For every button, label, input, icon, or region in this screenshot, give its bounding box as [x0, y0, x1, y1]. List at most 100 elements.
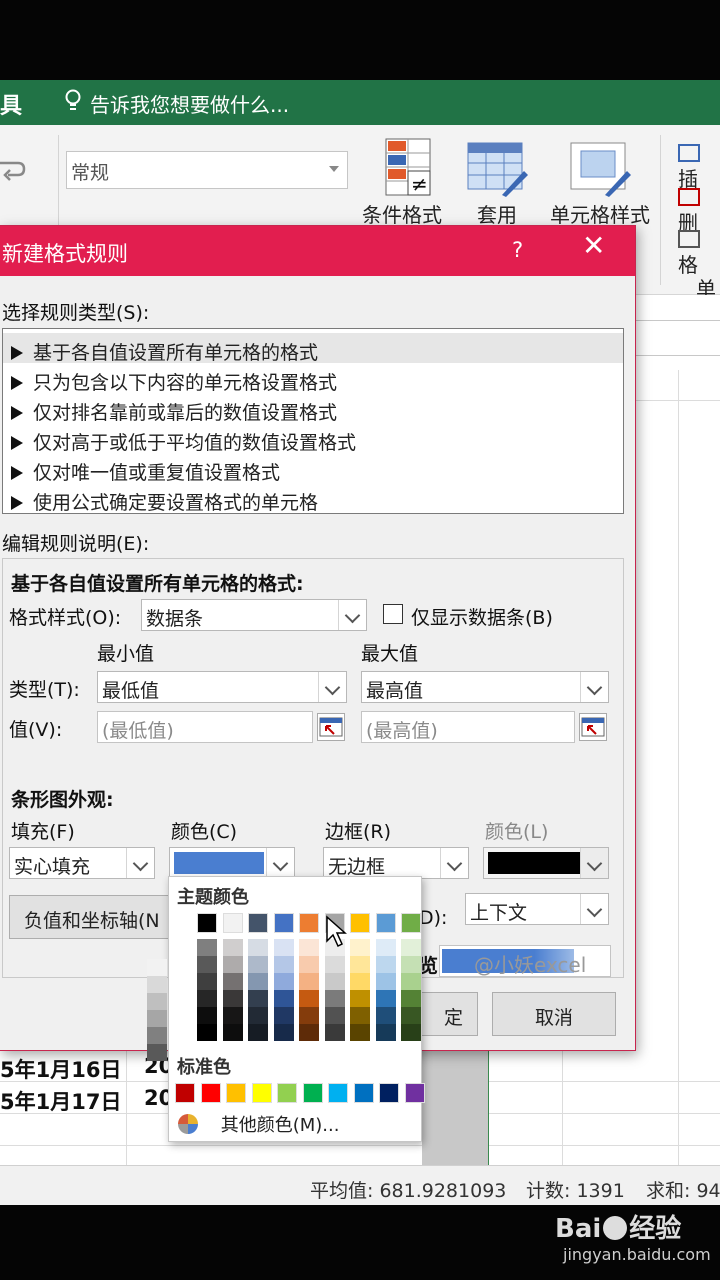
theme-shade-swatch[interactable] — [401, 973, 421, 990]
ribbon-tab-fragment[interactable]: 具 — [0, 88, 22, 120]
theme-shade-swatch[interactable] — [248, 973, 268, 990]
help-icon[interactable]: ? — [512, 238, 523, 262]
date-cell[interactable]: 5年1月16日 — [0, 1054, 121, 1084]
theme-color-swatch[interactable] — [197, 913, 217, 933]
chevron-down-icon[interactable] — [266, 848, 294, 878]
theme-shade-swatch[interactable] — [375, 939, 396, 956]
standard-color-swatch[interactable] — [353, 1083, 374, 1103]
theme-shade-swatch[interactable] — [222, 939, 243, 956]
theme-shade-swatch[interactable] — [375, 990, 396, 1007]
theme-shade-swatch[interactable] — [248, 939, 268, 956]
theme-shade-swatch[interactable] — [324, 956, 345, 973]
theme-shade-swatch[interactable] — [146, 959, 167, 976]
theme-shade-swatch[interactable] — [375, 1024, 396, 1041]
theme-shade-swatch[interactable] — [273, 1007, 294, 1024]
theme-shade-swatch[interactable] — [350, 956, 370, 973]
theme-shade-swatch[interactable] — [248, 990, 268, 1007]
theme-shade-swatch[interactable] — [299, 1024, 319, 1041]
theme-color-swatch[interactable] — [222, 913, 243, 933]
dialog-titlebar[interactable]: 新建格式规则 ? ✕ — [0, 226, 635, 276]
theme-shade-swatch[interactable] — [222, 990, 243, 1007]
rule-type-item[interactable]: 使用公式确定要设置格式的单元格 — [3, 483, 623, 514]
theme-shade-swatch[interactable] — [350, 1007, 370, 1024]
close-icon[interactable]: ✕ — [582, 232, 605, 260]
theme-shade-swatch[interactable] — [401, 1024, 421, 1041]
standard-color-swatch[interactable] — [226, 1083, 246, 1103]
min-value-input[interactable]: (最低值) — [97, 711, 313, 743]
theme-color-swatch[interactable] — [248, 913, 268, 933]
theme-shade-swatch[interactable] — [273, 956, 294, 973]
date-cell[interactable]: 5年1月17日 — [0, 1086, 121, 1116]
theme-shade-swatch[interactable] — [299, 973, 319, 990]
chevron-down-icon[interactable] — [338, 600, 366, 630]
standard-color-swatch[interactable] — [175, 1083, 195, 1103]
theme-shade-swatch[interactable] — [248, 1007, 268, 1024]
standard-color-swatch[interactable] — [302, 1083, 323, 1103]
number-format-combo[interactable]: 常规 — [66, 151, 348, 189]
cancel-button[interactable]: 取消 — [492, 992, 616, 1036]
theme-shade-swatch[interactable] — [350, 990, 370, 1007]
theme-color-swatch[interactable] — [273, 913, 294, 933]
standard-color-swatch[interactable] — [200, 1083, 221, 1103]
theme-shade-swatch[interactable] — [401, 1007, 421, 1024]
border-color-combo[interactable] — [483, 847, 609, 879]
theme-shade-swatch[interactable] — [401, 990, 421, 1007]
theme-shade-swatch[interactable] — [146, 1010, 167, 1027]
theme-shade-swatch[interactable] — [350, 973, 370, 990]
standard-color-swatch[interactable] — [277, 1083, 297, 1103]
show-bar-only-checkbox[interactable] — [383, 604, 403, 624]
theme-shade-swatch[interactable] — [324, 973, 345, 990]
conditional-format-button[interactable]: ≠ 条件格式 — [356, 135, 448, 228]
rule-type-item[interactable]: 仅对高于或低于平均值的数值设置格式 — [3, 423, 623, 454]
theme-shade-swatch[interactable] — [197, 1007, 217, 1024]
chevron-down-icon[interactable] — [580, 672, 608, 702]
theme-shade-swatch[interactable] — [222, 973, 243, 990]
theme-shade-swatch[interactable] — [299, 1007, 319, 1024]
theme-shade-swatch[interactable] — [222, 1007, 243, 1024]
theme-shade-swatch[interactable] — [146, 1027, 167, 1044]
standard-color-swatch[interactable] — [251, 1083, 272, 1103]
theme-shade-swatch[interactable] — [375, 973, 396, 990]
theme-shade-swatch[interactable] — [146, 1044, 167, 1061]
theme-shade-swatch[interactable] — [273, 973, 294, 990]
theme-shade-swatch[interactable] — [197, 1024, 217, 1041]
theme-color-swatch[interactable] — [401, 913, 421, 933]
theme-shade-swatch[interactable] — [146, 993, 167, 1010]
chevron-down-icon[interactable] — [580, 894, 608, 924]
standard-color-swatch[interactable] — [404, 1083, 425, 1103]
theme-shade-swatch[interactable] — [299, 939, 319, 956]
theme-shade-swatch[interactable] — [375, 956, 396, 973]
theme-shade-swatch[interactable] — [146, 976, 167, 993]
theme-shade-swatch[interactable] — [222, 1024, 243, 1041]
negative-axis-button[interactable]: 负值和坐标轴(N — [9, 895, 171, 939]
fill-color-combo[interactable] — [169, 847, 295, 879]
format-as-table-button[interactable]: 套用 — [460, 135, 534, 228]
theme-shade-swatch[interactable] — [375, 1007, 396, 1024]
wrap-text-icon[interactable] — [0, 155, 26, 189]
theme-shade-swatch[interactable] — [350, 1024, 370, 1041]
theme-shade-swatch[interactable] — [273, 990, 294, 1007]
theme-shade-swatch[interactable] — [299, 956, 319, 973]
cell-style-button[interactable]: 单元格样式 — [546, 135, 654, 228]
theme-color-swatch[interactable] — [299, 913, 319, 933]
standard-color-swatch[interactable] — [379, 1083, 399, 1103]
rule-type-item[interactable]: 仅对唯一值或重复值设置格式 — [3, 453, 623, 484]
theme-shade-swatch[interactable] — [324, 1024, 345, 1041]
chevron-down-icon[interactable] — [126, 848, 154, 878]
theme-shade-swatch[interactable] — [324, 1007, 345, 1024]
theme-shade-swatch[interactable] — [273, 1024, 294, 1041]
theme-shade-swatch[interactable] — [222, 956, 243, 973]
theme-color-swatch[interactable] — [350, 913, 370, 933]
theme-shade-swatch[interactable] — [401, 939, 421, 956]
theme-shade-swatch[interactable] — [299, 990, 319, 1007]
theme-shade-swatch[interactable] — [197, 956, 217, 973]
more-colors-item[interactable]: 其他颜色(M)... — [177, 1111, 339, 1137]
bar-direction-combo[interactable]: 上下文 — [465, 893, 609, 925]
theme-shade-swatch[interactable] — [248, 956, 268, 973]
theme-shade-swatch[interactable] — [197, 973, 217, 990]
min-type-combo[interactable]: 最低值 — [97, 671, 347, 703]
rule-type-item[interactable]: 仅对排名靠前或靠后的数值设置格式 — [3, 393, 623, 424]
rule-type-item[interactable]: 只为包含以下内容的单元格设置格式 — [3, 363, 623, 394]
fill-type-combo[interactable]: 实心填充 — [9, 847, 155, 879]
theme-shade-swatch[interactable] — [350, 939, 370, 956]
